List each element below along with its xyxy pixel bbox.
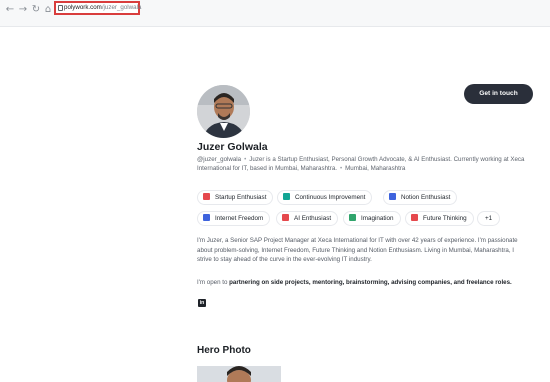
tag-future-thinking[interactable]: Future Thinking [405, 211, 474, 226]
bio-text: I'm Juzer, a Senior SAP Project Manager … [197, 237, 518, 264]
hero-photo-image [197, 366, 281, 382]
tag-startup-enthusiast[interactable]: Startup Enthusiast [197, 190, 274, 205]
tag-label: Notion Enthusiast [401, 194, 451, 201]
notion-icon [389, 193, 396, 200]
tag-internet-freedom[interactable]: Internet Freedom [197, 211, 271, 226]
open-to-prefix: I'm open to [197, 279, 228, 286]
open-to-items: partnering on side projects, mentoring, … [229, 279, 512, 286]
arrow-left-icon[interactable]: ← [4, 4, 16, 16]
tag-label: Imagination [361, 215, 394, 222]
address-bar[interactable]: polywork.com/juzer_golwala [54, 1, 142, 15]
robot-icon [282, 214, 289, 221]
get-in-touch-button[interactable]: Get in touch [464, 84, 533, 104]
hero-photo [197, 366, 281, 382]
linkedin-icon[interactable]: in [198, 299, 206, 307]
tag-continuous-improvement[interactable]: Continuous Improvement [277, 190, 373, 205]
profile-subline: @juzer_golwala • Juzer is a Startup Enthus… [197, 155, 527, 173]
tag-ai-enthusiast[interactable]: AI Enthusiast [276, 211, 339, 226]
open-to-text: I'm open to partnering on side projects,… [197, 278, 527, 287]
rocket-icon [203, 193, 210, 200]
sparkle-icon [349, 214, 356, 221]
robot-icon [411, 214, 418, 221]
profile-handle: @juzer_golwala [197, 156, 242, 163]
tag-label: Continuous Improvement [295, 194, 366, 201]
lock-icon [58, 5, 63, 11]
gear-icon [283, 193, 290, 200]
url-domain: polywork.com [64, 4, 102, 11]
profile-photo [197, 85, 250, 138]
arrow-right-icon[interactable]: → [17, 4, 29, 16]
hero-photo-heading: Hero Photo [197, 345, 251, 356]
url-path: /juzer_golwala [101, 4, 142, 11]
tag-label: AI Enthusiast [294, 215, 332, 222]
tag-label: Future Thinking [423, 215, 467, 222]
avatar [197, 85, 250, 138]
profile-location: Mumbai, Maharashtra [345, 165, 406, 172]
home-icon[interactable]: ⌂ [42, 4, 54, 16]
tag-notion-enthusiast[interactable]: Notion Enthusiast [383, 190, 458, 205]
reload-icon[interactable]: ↻ [30, 4, 42, 16]
separator-dot: • [339, 165, 343, 172]
profile-name: Juzer Golwala [197, 141, 268, 153]
tag-label: Internet Freedom [215, 215, 264, 222]
tag-label: +1 [485, 215, 493, 222]
browser-toolbar: ← → ↻ ⌂ polywork.com/juzer_golwala [0, 0, 550, 27]
tag-imagination[interactable]: Imagination [343, 211, 401, 226]
laptop-icon [203, 214, 210, 221]
tag-more[interactable]: +1 [477, 211, 501, 226]
tag-label: Startup Enthusiast [215, 194, 267, 201]
